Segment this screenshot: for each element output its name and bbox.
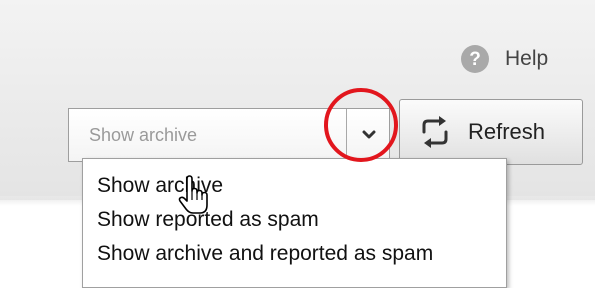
refresh-label: Refresh bbox=[468, 119, 546, 144]
filter-select-value: Show archive bbox=[89, 125, 198, 145]
chevron-down-icon bbox=[362, 130, 375, 139]
dropdown-toggle-button[interactable] bbox=[346, 109, 390, 161]
refresh-icon bbox=[416, 113, 454, 151]
menu-item-show-reported-as-spam[interactable]: Show reported as spam bbox=[83, 203, 506, 237]
help-link[interactable]: ? Help bbox=[461, 44, 548, 74]
menu-item-show-archive[interactable]: Show archive bbox=[83, 169, 506, 203]
help-label: Help bbox=[505, 47, 549, 70]
question-circle-icon: ? bbox=[461, 45, 489, 73]
filter-dropdown-menu: Show archive Show reported as spam Show … bbox=[82, 158, 507, 288]
refresh-button[interactable]: Refresh bbox=[399, 99, 583, 165]
menu-item-show-archive-and-reported-as-spam[interactable]: Show archive and reported as spam bbox=[83, 237, 506, 271]
filter-select[interactable]: Show archive bbox=[68, 108, 390, 162]
